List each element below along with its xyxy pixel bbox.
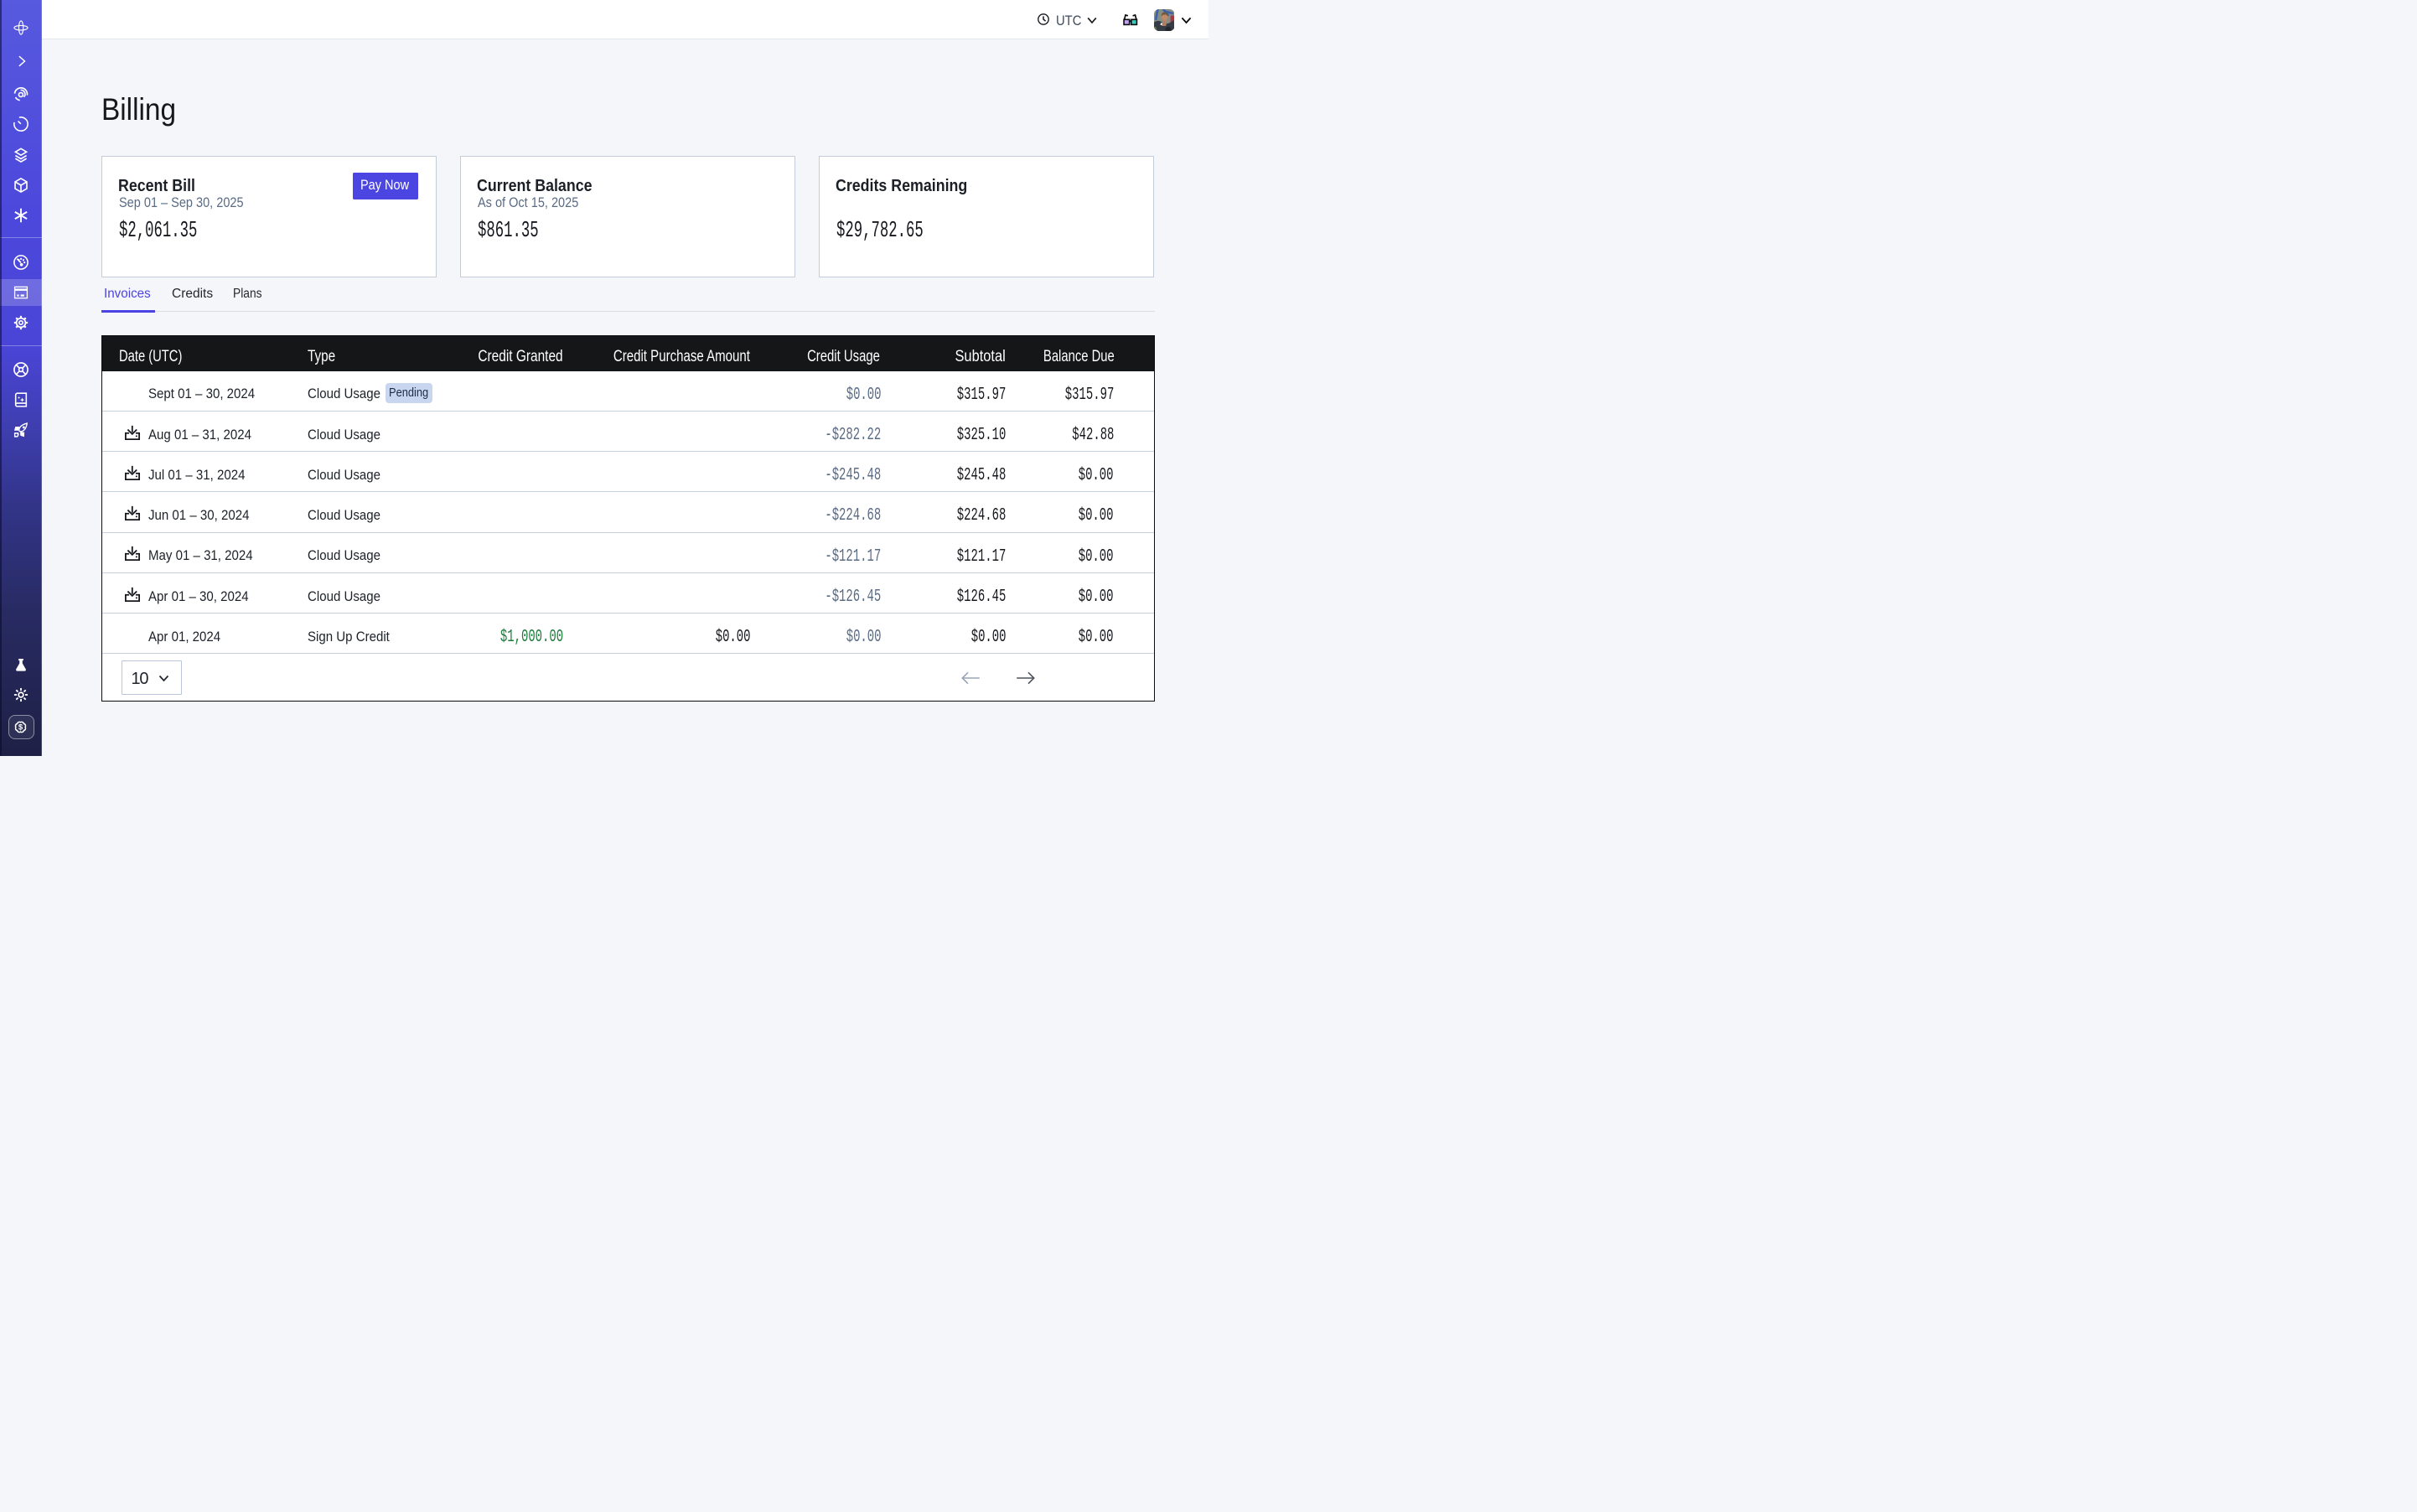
- svg-text:$: $: [18, 722, 23, 732]
